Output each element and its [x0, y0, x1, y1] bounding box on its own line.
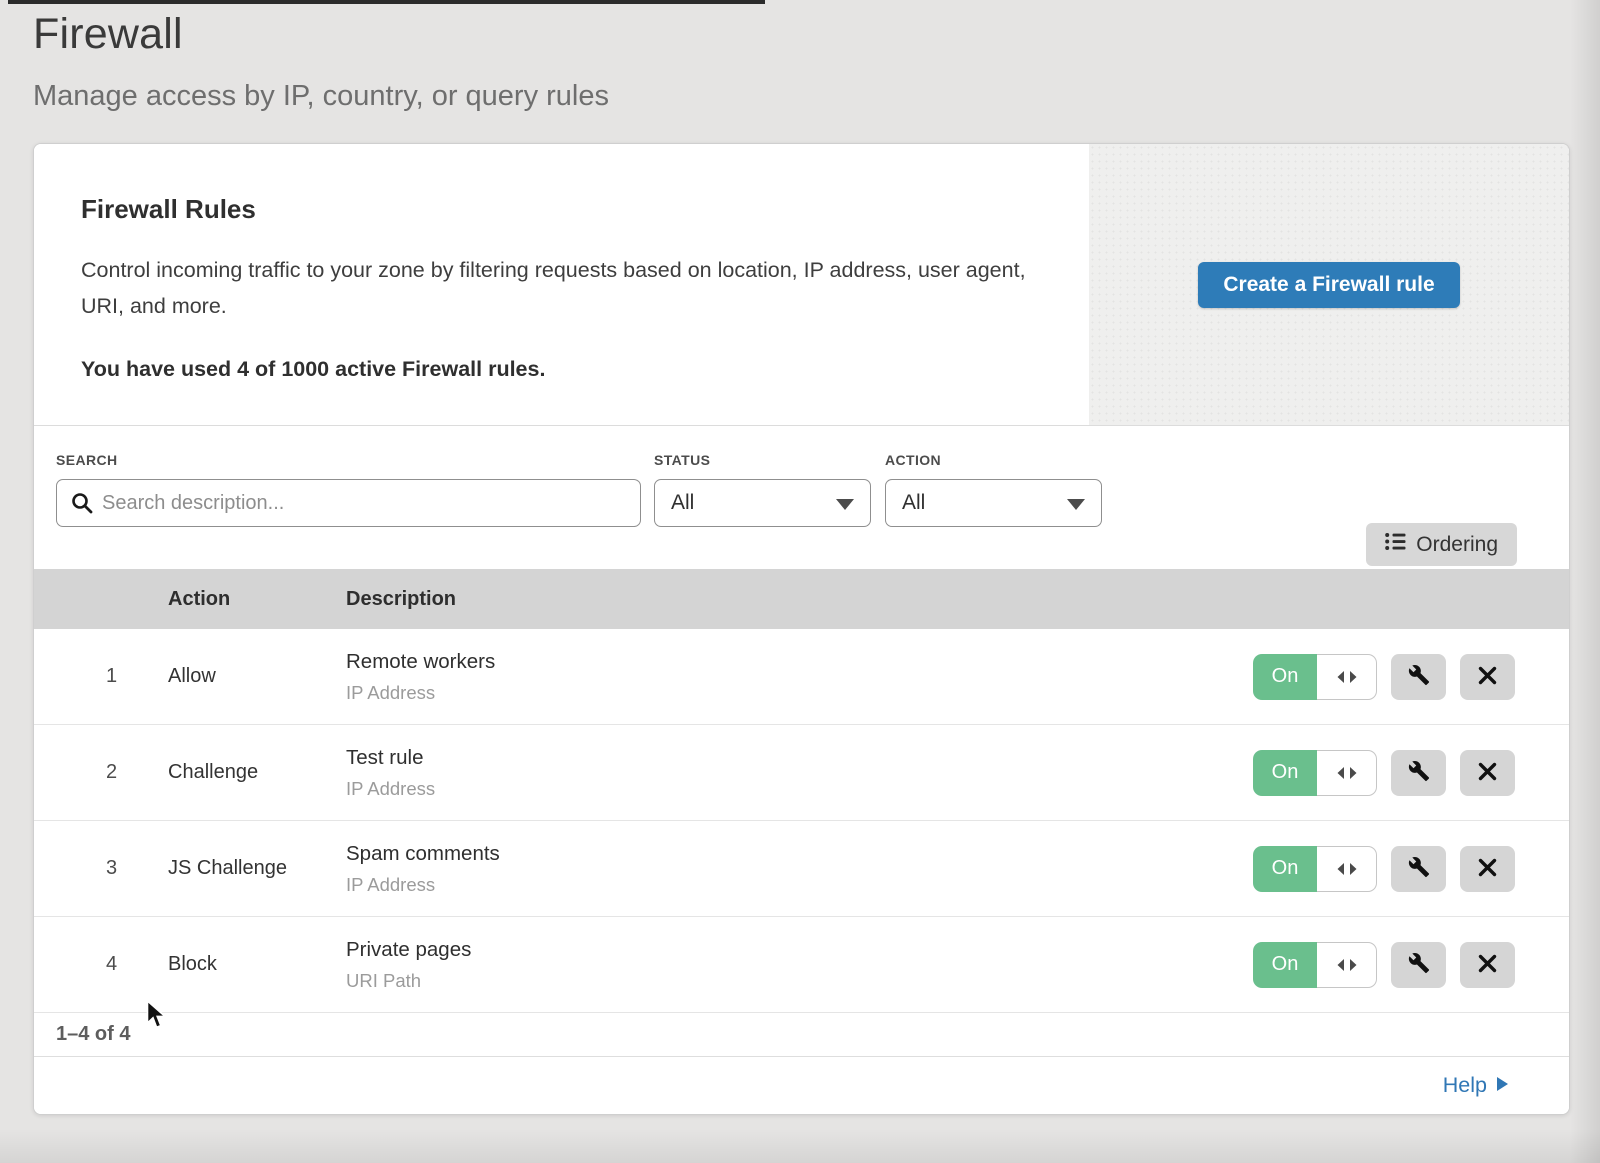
create-rule-panel: Create a Firewall rule [1089, 144, 1569, 425]
toggle-on-label: On [1253, 846, 1317, 892]
delete-rule-button[interactable] [1460, 654, 1515, 700]
search-label: SEARCH [56, 452, 641, 468]
page-header: Firewall Manage access by IP, country, o… [0, 0, 1600, 113]
status-label: STATUS [654, 452, 871, 468]
rule-priority: 1 [34, 665, 168, 688]
rule-action: Allow [168, 665, 346, 688]
page-subtitle: Manage access by IP, country, or query r… [33, 80, 1600, 113]
rule-description-cell: Spam comments IP Address [346, 842, 1252, 896]
status-filter-group: STATUS All [654, 452, 871, 527]
toggle-arrows-icon [1317, 942, 1377, 988]
help-link[interactable]: Help [1443, 1073, 1509, 1098]
chevron-down-icon [1067, 499, 1085, 510]
ordered-list-icon [1385, 532, 1406, 557]
toggle-arrows-icon [1317, 846, 1377, 892]
rule-priority: 3 [34, 857, 168, 880]
result-range: 1–4 of 4 [56, 1023, 130, 1046]
rule-controls: On [1252, 846, 1569, 892]
ordering-button-label: Ordering [1416, 533, 1498, 557]
search-icon [70, 491, 94, 515]
edit-rule-button[interactable] [1391, 750, 1446, 796]
delete-rule-button[interactable] [1460, 750, 1515, 796]
edit-rule-button[interactable] [1391, 846, 1446, 892]
rule-enabled-toggle[interactable]: On [1253, 654, 1377, 700]
rule-controls: On [1252, 654, 1569, 700]
rule-description: Test rule [346, 746, 1252, 770]
status-select[interactable]: All [654, 479, 871, 527]
table-row: 3 JS Challenge Spam comments IP Address … [34, 821, 1569, 917]
action-filter-group: ACTION All [885, 452, 1102, 527]
rule-description-cell: Test rule IP Address [346, 746, 1252, 800]
table-row: 2 Challenge Test rule IP Address On [34, 725, 1569, 821]
toggle-on-label: On [1253, 750, 1317, 796]
rule-match-field: IP Address [346, 682, 1252, 704]
rule-action: Block [168, 953, 346, 976]
x-icon [1478, 954, 1497, 976]
chevron-down-icon [836, 499, 854, 510]
toggle-on-label: On [1253, 654, 1317, 700]
column-header-description: Description [346, 588, 1252, 611]
rule-description: Spam comments [346, 842, 1252, 866]
usage-summary: You have used 4 of 1000 active Firewall … [81, 357, 1044, 382]
ordering-button[interactable]: Ordering [1366, 523, 1517, 566]
status-select-value: All [671, 491, 694, 515]
wrench-icon [1408, 952, 1430, 977]
table-row: 1 Allow Remote workers IP Address On [34, 629, 1569, 725]
pagination-row: 1–4 of 4 [34, 1013, 1569, 1057]
rule-match-field: IP Address [346, 874, 1252, 896]
search-input[interactable] [56, 479, 641, 527]
action-select[interactable]: All [885, 479, 1102, 527]
firewall-rules-card: Firewall Rules Control incoming traffic … [33, 143, 1570, 1115]
rule-description: Private pages [346, 938, 1252, 962]
rule-controls: On [1252, 942, 1569, 988]
wrench-icon [1408, 856, 1430, 881]
column-header-action: Action [168, 588, 346, 611]
firewall-page: Firewall Manage access by IP, country, o… [0, 0, 1600, 1163]
rule-enabled-toggle[interactable]: On [1253, 750, 1377, 796]
screen-edge-artifact [8, 0, 765, 4]
delete-rule-button[interactable] [1460, 846, 1515, 892]
rule-description-cell: Remote workers IP Address [346, 650, 1252, 704]
search-box [56, 479, 641, 527]
rule-description: Remote workers [346, 650, 1252, 674]
action-select-value: All [902, 491, 925, 515]
help-link-label: Help [1443, 1073, 1487, 1098]
rule-match-field: IP Address [346, 778, 1252, 800]
page-title: Firewall [33, 10, 1600, 59]
rule-action: JS Challenge [168, 857, 346, 880]
rule-action: Challenge [168, 761, 346, 784]
rule-enabled-toggle[interactable]: On [1253, 942, 1377, 988]
filter-bar: SEARCH STATUS All ACTION All [34, 426, 1569, 569]
intro-section: Firewall Rules Control incoming traffic … [34, 144, 1569, 426]
toggle-arrows-icon [1317, 654, 1377, 700]
table-body: 1 Allow Remote workers IP Address On [34, 629, 1569, 1013]
search-filter-group: SEARCH [56, 452, 641, 527]
table-header: Action Description [34, 569, 1569, 629]
x-icon [1478, 858, 1497, 880]
triangle-right-icon [1496, 1073, 1509, 1098]
rule-enabled-toggle[interactable]: On [1253, 846, 1377, 892]
rule-controls: On [1252, 750, 1569, 796]
rule-match-field: URI Path [346, 970, 1252, 992]
intro-text-panel: Firewall Rules Control incoming traffic … [34, 144, 1089, 425]
create-firewall-rule-button[interactable]: Create a Firewall rule [1198, 262, 1459, 308]
edit-rule-button[interactable] [1391, 942, 1446, 988]
toggle-on-label: On [1253, 942, 1317, 988]
toggle-arrows-icon [1317, 750, 1377, 796]
help-row: Help [34, 1057, 1569, 1114]
action-label: ACTION [885, 452, 1102, 468]
x-icon [1478, 762, 1497, 784]
table-row: 4 Block Private pages URI Path On [34, 917, 1569, 1013]
rule-priority: 2 [34, 761, 168, 784]
x-icon [1478, 666, 1497, 688]
wrench-icon [1408, 664, 1430, 689]
intro-description: Control incoming traffic to your zone by… [81, 252, 1041, 324]
rule-description-cell: Private pages URI Path [346, 938, 1252, 992]
intro-heading: Firewall Rules [81, 194, 1044, 225]
edit-rule-button[interactable] [1391, 654, 1446, 700]
rule-priority: 4 [34, 953, 168, 976]
delete-rule-button[interactable] [1460, 942, 1515, 988]
wrench-icon [1408, 760, 1430, 785]
